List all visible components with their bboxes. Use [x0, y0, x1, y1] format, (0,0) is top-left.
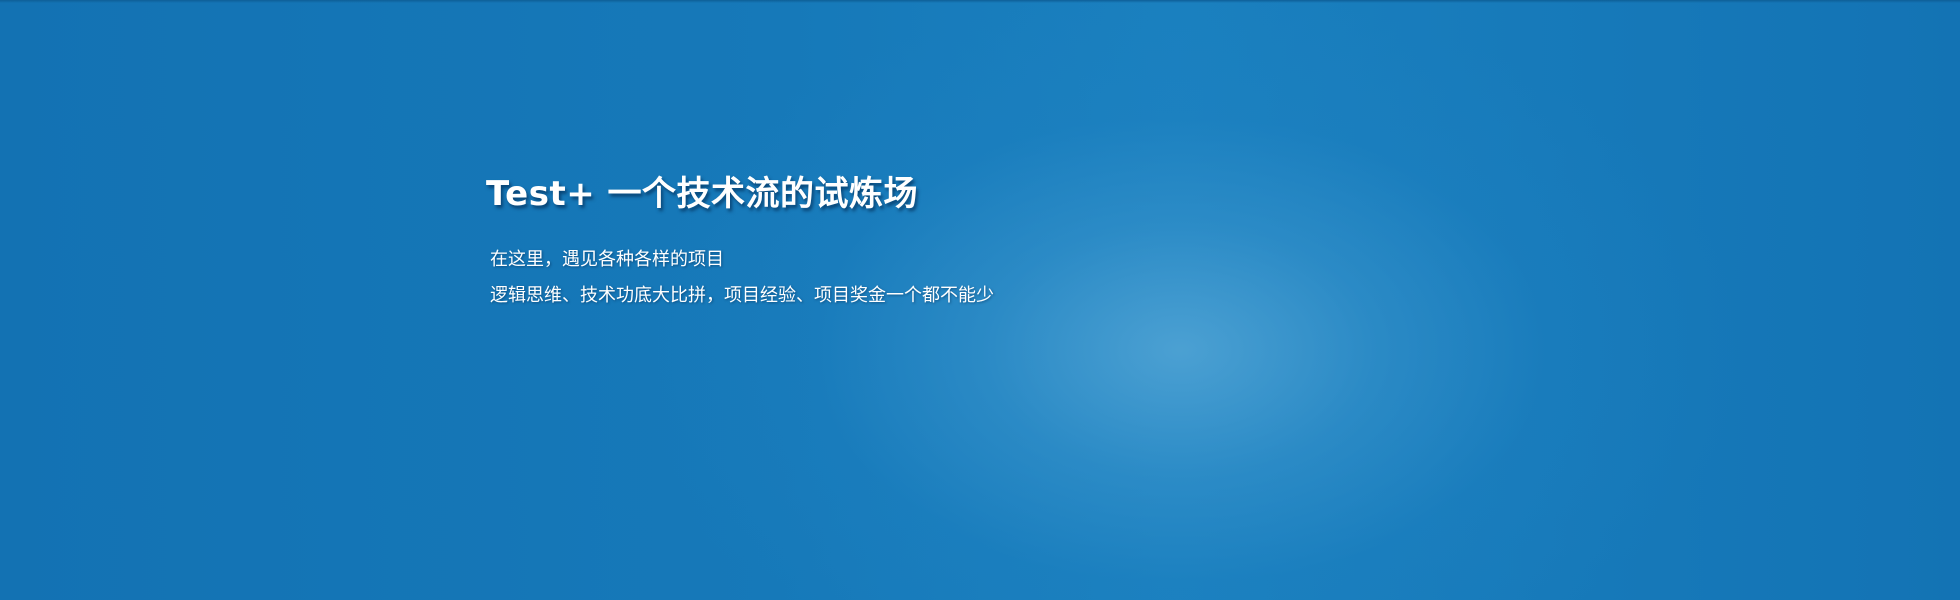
hero-title: Test+ 一个技术流的试炼场 [486, 174, 919, 214]
hero-content: Test+ 一个技术流的试炼场 在这里，遇见各种各样的项目 逻辑思维、技术功底大… [486, 172, 1386, 314]
hero-banner: Test+ 一个技术流的试炼场 在这里，遇见各种各样的项目 逻辑思维、技术功底大… [0, 0, 1960, 600]
hero-tagline-1: 在这里，遇见各种各样的项目 [490, 249, 724, 270]
top-edge-divider [0, 0, 1960, 3]
hero-tagline-2: 逻辑思维、技术功底大比拼，项目经验、项目奖金一个都不能少 [490, 285, 994, 306]
